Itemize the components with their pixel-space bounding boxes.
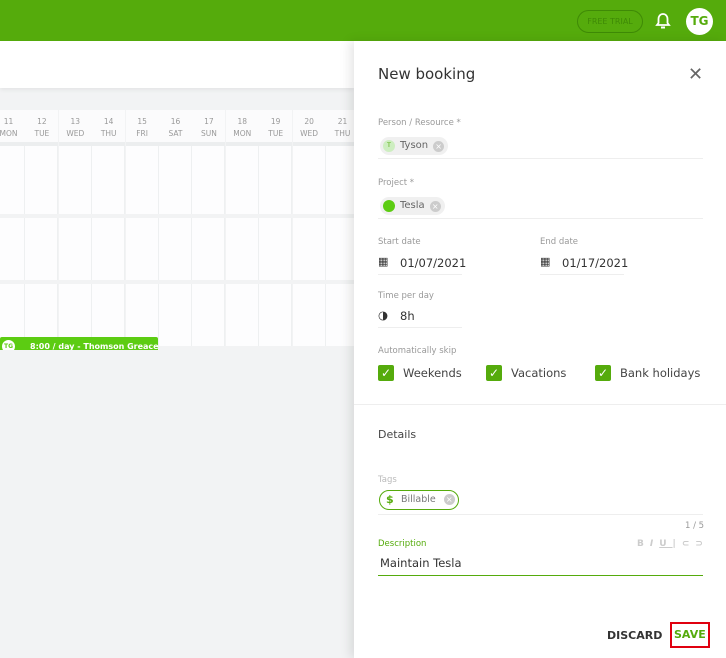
- details-heading: Details: [378, 428, 417, 441]
- row-separator: [0, 214, 354, 218]
- person-label: Person / Resource *: [378, 118, 461, 128]
- person-field[interactable]: T Tyson ×: [378, 133, 703, 159]
- day-number: 12: [37, 117, 47, 126]
- weekday: THU: [100, 129, 117, 138]
- day-header: 18 MON: [225, 110, 259, 146]
- top-bar: FREE TRIAL TG: [0, 0, 726, 41]
- day-header: 21 THU: [326, 110, 354, 146]
- toolbar-area: [0, 41, 354, 88]
- link-icon[interactable]: ⊂⊃: [682, 539, 709, 549]
- day-header: 20 WED: [292, 110, 326, 146]
- dollar-icon: $: [386, 493, 394, 506]
- day-number: 16: [170, 117, 181, 126]
- person-chip: T Tyson ×: [380, 137, 449, 155]
- vacations-checkbox[interactable]: ✓: [486, 365, 502, 381]
- bell-icon[interactable]: [655, 12, 671, 30]
- end-date-value: 01/17/2021: [562, 256, 629, 270]
- description-input[interactable]: Maintain Tesla: [378, 551, 703, 576]
- weekday: WED: [66, 129, 85, 138]
- remove-icon[interactable]: ×: [443, 494, 455, 505]
- weekday: TUE: [34, 129, 50, 138]
- weekends-label: Weekends: [403, 366, 462, 380]
- day-header: 17 SUN: [192, 110, 226, 146]
- person-value: Tyson: [400, 140, 429, 151]
- divider: |: [672, 539, 682, 549]
- weekday: THU: [334, 129, 351, 138]
- new-booking-panel: New booking ✕ Person / Resource * T Tyso…: [354, 41, 726, 658]
- row-separator: [0, 280, 354, 284]
- day-number: 19: [270, 117, 281, 126]
- booking-avatar: TG: [2, 340, 15, 350]
- close-icon[interactable]: ✕: [688, 66, 703, 84]
- time-field[interactable]: ◑ 8h: [378, 302, 462, 328]
- calendar-icon: ▦: [378, 255, 389, 268]
- person-avatar: T: [383, 140, 395, 152]
- day-number: 21: [337, 117, 348, 126]
- booking-label: 8:00 / day - Thomson Greace: [30, 342, 159, 350]
- day-number: 17: [204, 117, 214, 126]
- vacations-label: Vacations: [511, 366, 567, 380]
- calendar-icon: ▦: [540, 255, 551, 268]
- bank-holidays-label: Bank holidays: [620, 366, 701, 380]
- day-header: 13 WED: [58, 110, 92, 146]
- free-trial-button[interactable]: FREE TRIAL: [577, 10, 643, 33]
- format-toolbar[interactable]: BIU|⊂⊃: [637, 539, 709, 549]
- weekday: MON: [233, 129, 252, 138]
- booking-bar[interactable]: TG 8:00 / day - Thomson Greace: [0, 337, 159, 350]
- day-header: 11 MON: [0, 110, 25, 146]
- project-color-dot: [383, 200, 395, 212]
- weekday: SUN: [200, 129, 217, 138]
- start-date-field[interactable]: ▦ 01/07/2021: [378, 249, 466, 275]
- time-label: Time per day: [378, 291, 434, 301]
- bank-holidays-checkbox[interactable]: ✓: [595, 365, 611, 381]
- time-value: 8h: [400, 309, 415, 323]
- weekday: WED: [300, 129, 319, 138]
- description-label: Description: [378, 539, 427, 549]
- remove-icon[interactable]: ×: [433, 141, 445, 152]
- weekends-checkbox[interactable]: ✓: [378, 365, 394, 381]
- project-chip: Tesla ×: [380, 197, 445, 215]
- day-header: 16 SAT: [159, 110, 192, 146]
- day-number: 15: [137, 117, 147, 126]
- clock-icon: ◑: [378, 308, 389, 322]
- save-button[interactable]: SAVE: [670, 622, 710, 648]
- description-value: Maintain Tesla: [380, 556, 462, 570]
- user-avatar[interactable]: TG: [686, 8, 713, 35]
- start-date-value: 01/07/2021: [400, 256, 467, 270]
- day-header: 12 TUE: [25, 110, 59, 146]
- weekday: FRI: [136, 129, 148, 138]
- day-header: 15 FRI: [125, 110, 159, 146]
- start-date-label: Start date: [378, 237, 421, 247]
- end-date-label: End date: [540, 237, 579, 247]
- discard-button[interactable]: DISCARD: [607, 629, 662, 642]
- calendar-grid: TG 8:00 / day - Thomson Greace 11 MON 12 TU…: [0, 110, 354, 350]
- remove-icon[interactable]: ×: [429, 201, 441, 212]
- day-number: 20: [304, 117, 314, 126]
- weekday: TUE: [268, 129, 284, 138]
- underline-icon[interactable]: U: [659, 539, 672, 549]
- day-number: 18: [237, 117, 248, 126]
- bold-icon[interactable]: B: [637, 539, 650, 549]
- tags-label: Tags: [378, 475, 397, 485]
- tag-value: Billable: [401, 494, 436, 505]
- weekday: SAT: [168, 129, 183, 138]
- day-header: 14 THU: [92, 110, 126, 146]
- billable-tag: $ Billable ×: [379, 490, 459, 510]
- tags-field[interactable]: $ Billable ×: [378, 487, 703, 515]
- project-field[interactable]: Tesla ×: [378, 193, 703, 219]
- tag-count: 1 / 5: [685, 521, 705, 531]
- day-number: 11: [3, 117, 14, 126]
- panel-title: New booking: [378, 65, 476, 83]
- italic-icon[interactable]: I: [650, 539, 659, 549]
- end-date-field[interactable]: ▦ 01/17/2021: [540, 249, 628, 275]
- skip-label: Automatically skip: [378, 346, 457, 356]
- project-value: Tesla: [400, 200, 425, 211]
- day-header: 19 TUE: [259, 110, 293, 146]
- divider: [354, 404, 726, 405]
- day-number: 14: [103, 117, 114, 126]
- day-number: 13: [70, 117, 81, 126]
- project-label: Project *: [378, 178, 415, 188]
- weekday: MON: [0, 129, 18, 138]
